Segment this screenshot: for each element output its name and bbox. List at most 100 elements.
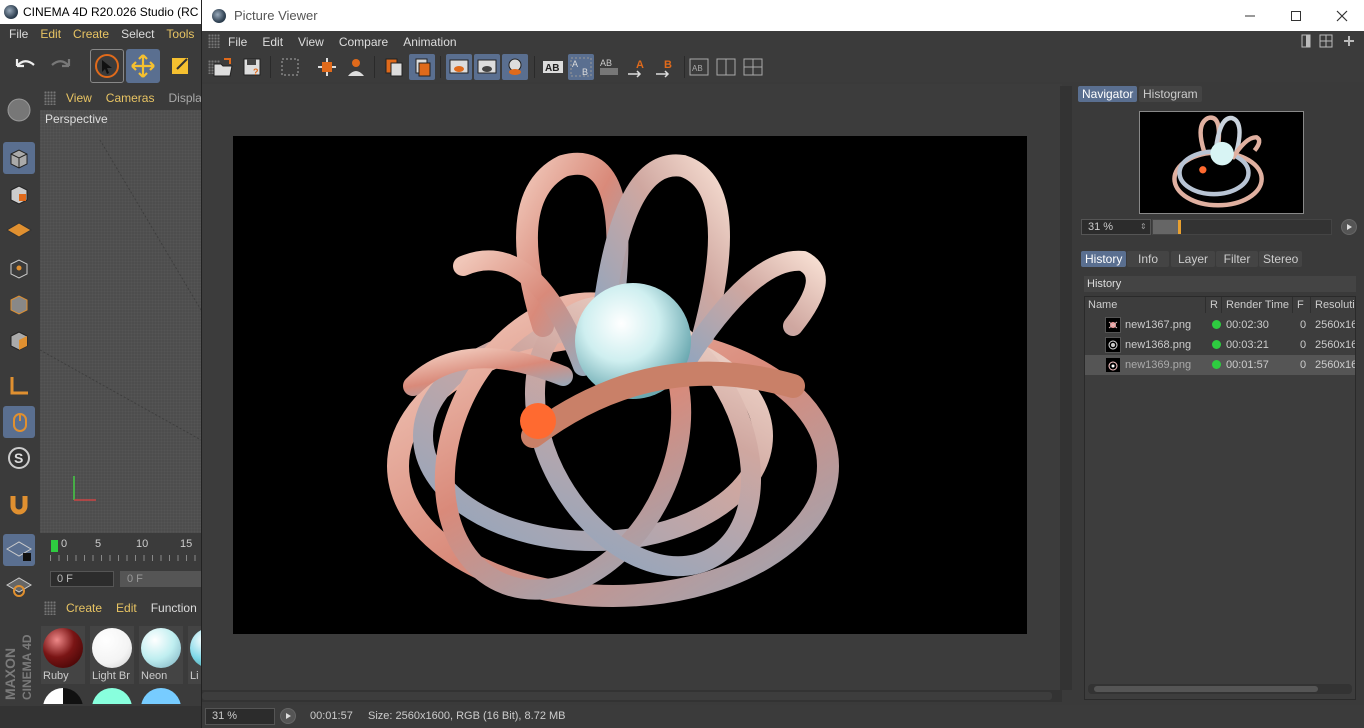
diff-button[interactable] xyxy=(713,54,739,80)
c4d-menu-edit[interactable]: Edit xyxy=(40,27,61,41)
edges-mode-button[interactable] xyxy=(3,288,35,320)
col-header-resolution[interactable]: Resoluti xyxy=(1312,297,1357,313)
set-a-button[interactable]: A xyxy=(624,54,650,80)
timeline-playhead[interactable] xyxy=(51,540,58,552)
col-header-name[interactable]: Name xyxy=(1085,297,1206,313)
panel-layout-icons[interactable] xyxy=(1300,33,1362,49)
save-button[interactable]: ? xyxy=(239,54,265,80)
navigator-thumbnail[interactable] xyxy=(1139,111,1304,214)
material-light-br[interactable]: Light Br xyxy=(90,626,134,684)
tab-stereo[interactable]: Stereo xyxy=(1259,251,1302,267)
c4d-menu-create[interactable]: Create xyxy=(73,27,109,41)
history-row[interactable]: new1367.png 00:02:30 0 2560x16 xyxy=(1085,315,1355,335)
planar-workplane-button[interactable] xyxy=(3,570,35,602)
compare-overlay-button[interactable]: AB xyxy=(596,54,622,80)
history-hscrollbar[interactable] xyxy=(1088,684,1352,694)
material-cyan-preview[interactable] xyxy=(141,688,181,704)
navigator-play-button[interactable] xyxy=(1341,219,1357,235)
animate-ab-button[interactable] xyxy=(740,54,766,80)
history-row-selected[interactable]: new1369.png 00:01:57 0 2560x16 xyxy=(1085,355,1355,375)
locked-workplane-button[interactable] xyxy=(3,534,35,566)
navigator-zoom-slider[interactable] xyxy=(1152,219,1332,235)
history-row[interactable]: new1368.png 00:03:21 0 2560x16 xyxy=(1085,335,1355,355)
material-ruby[interactable]: Ruby xyxy=(41,626,85,684)
viewport-grip-icon[interactable] xyxy=(44,91,56,105)
close-button[interactable] xyxy=(1319,0,1364,31)
pv-menu-file[interactable]: File xyxy=(228,35,247,49)
c4d-menu-file[interactable]: File xyxy=(9,27,28,41)
pv-menu-edit[interactable]: Edit xyxy=(262,35,283,49)
move-tool-button[interactable] xyxy=(126,49,160,83)
c4d-menu-tools[interactable]: Tools xyxy=(166,27,194,41)
show-both-button[interactable] xyxy=(502,54,528,80)
min-frame-field[interactable]: 0 F xyxy=(120,571,201,587)
tweak-mode-button[interactable] xyxy=(3,406,35,438)
menu-grip-icon[interactable] xyxy=(208,34,220,48)
show-image-button[interactable] xyxy=(446,54,472,80)
status-zoom-field[interactable]: 31 % xyxy=(205,708,275,725)
viewport-menu-display[interactable]: Display xyxy=(168,91,201,105)
col-header-r[interactable]: R xyxy=(1207,297,1222,313)
viewport-menu-view[interactable]: View xyxy=(66,91,92,105)
polygons-mode-button[interactable] xyxy=(3,324,35,356)
canvas-horizontal-scrollbar[interactable] xyxy=(202,690,1062,702)
rendered-image[interactable] xyxy=(233,136,1027,634)
tab-info[interactable]: Info xyxy=(1127,251,1169,267)
workplane-mode-button[interactable] xyxy=(3,214,35,246)
hscroll-thumb[interactable] xyxy=(202,692,1052,700)
magnet-button[interactable] xyxy=(3,488,35,520)
status-play-button[interactable] xyxy=(280,708,296,724)
pv-menu-view[interactable]: View xyxy=(298,35,324,49)
tab-layer[interactable]: Layer xyxy=(1171,251,1215,267)
axis-mode-button[interactable] xyxy=(3,370,35,402)
copy-button[interactable] xyxy=(381,54,407,80)
picture-viewer-titlebar[interactable]: Picture Viewer xyxy=(202,0,1364,31)
model-mode-button[interactable] xyxy=(3,142,35,174)
material-neon[interactable]: Neon xyxy=(139,626,183,684)
swap-ab-button[interactable]: AB xyxy=(686,54,712,80)
render-region-button[interactable] xyxy=(314,54,340,80)
timeline[interactable]: 0 5 10 15 xyxy=(40,535,201,565)
redo-button[interactable] xyxy=(44,49,78,83)
minimize-button[interactable] xyxy=(1227,0,1273,31)
tab-histogram[interactable]: Histogram xyxy=(1139,86,1202,102)
points-mode-button[interactable] xyxy=(3,252,35,284)
open-file-button[interactable] xyxy=(210,54,236,80)
material-checker-preview[interactable] xyxy=(43,688,83,704)
stack-button[interactable] xyxy=(409,54,435,80)
select-tool-button[interactable] xyxy=(90,49,124,83)
col-header-render-time[interactable]: Render Time xyxy=(1223,297,1293,313)
material-li[interactable]: Li xyxy=(188,626,201,684)
col-header-f[interactable]: F xyxy=(1294,297,1311,313)
current-frame-field[interactable]: 0 F xyxy=(50,571,114,587)
texture-mode-button[interactable] xyxy=(3,178,35,210)
zoom-person-button[interactable] xyxy=(343,54,369,80)
scale-tool-button[interactable] xyxy=(163,49,197,83)
make-editable-button[interactable] xyxy=(3,94,35,126)
set-b-button[interactable]: B xyxy=(652,54,678,80)
canvas-vertical-scrollbar[interactable] xyxy=(1060,86,1072,690)
undo-button[interactable] xyxy=(8,49,42,83)
tab-history[interactable]: History xyxy=(1081,251,1127,267)
history-hscroll-thumb[interactable] xyxy=(1094,686,1318,692)
maximize-button[interactable] xyxy=(1273,0,1319,31)
viewport-menu-cameras[interactable]: Cameras xyxy=(106,91,155,105)
perspective-viewport[interactable] xyxy=(40,110,201,533)
c4d-menu-select[interactable]: Select xyxy=(121,27,154,41)
tab-navigator[interactable]: Navigator xyxy=(1078,86,1138,102)
pv-menu-animation[interactable]: Animation xyxy=(403,35,456,49)
alpha-grid-button[interactable] xyxy=(277,54,303,80)
spinner-arrows-icon[interactable]: ⇕ xyxy=(1140,222,1148,232)
material-blue-preview[interactable] xyxy=(92,688,132,704)
material-menu-edit[interactable]: Edit xyxy=(116,601,137,615)
material-grip-icon[interactable] xyxy=(44,601,56,615)
zoom-slider-knob[interactable] xyxy=(1178,220,1181,234)
compare-split-button[interactable]: AB xyxy=(568,54,594,80)
snap-button[interactable]: S xyxy=(3,442,35,474)
show-alpha-button[interactable] xyxy=(474,54,500,80)
material-menu-function[interactable]: Function xyxy=(151,601,197,615)
tab-filter[interactable]: Filter xyxy=(1216,251,1258,267)
compare-ab-button[interactable]: AB xyxy=(540,54,566,80)
material-menu-create[interactable]: Create xyxy=(66,601,102,615)
pv-menu-compare[interactable]: Compare xyxy=(339,35,388,49)
